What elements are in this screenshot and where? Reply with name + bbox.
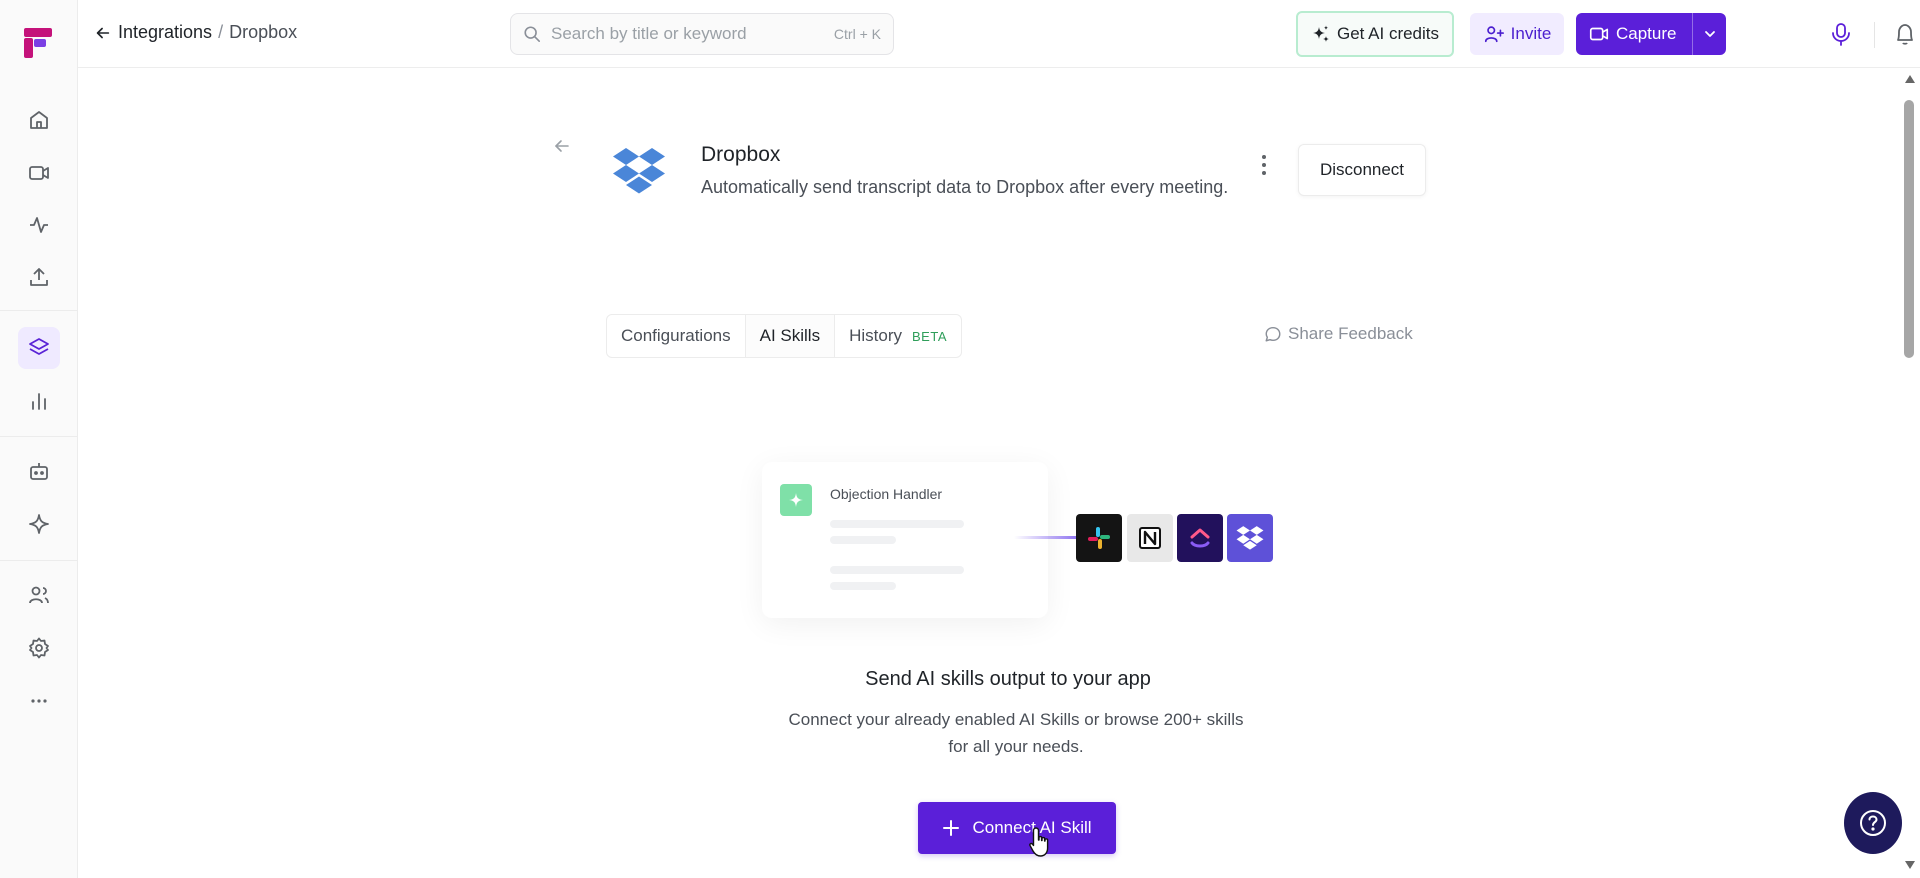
integration-name: Dropbox: [701, 143, 781, 166]
tab-ai-skills[interactable]: AI Skills: [744, 315, 836, 357]
skill-card-title: Objection Handler: [830, 486, 943, 502]
scroll-up-arrow-icon[interactable]: [1904, 74, 1916, 84]
invite-label: Invite: [1510, 24, 1552, 43]
integration-description: Automatically send transcript data to Dr…: [701, 177, 1229, 197]
more-vertical-icon[interactable]: [1256, 152, 1272, 178]
dropbox-logo-icon: [613, 148, 665, 194]
bar-chart-icon: [32, 393, 46, 410]
settings-icon: [29, 637, 49, 659]
breadcrumb-current: Dropbox: [229, 22, 298, 42]
skill-icon-tile: [780, 484, 812, 516]
capture-dropdown-toggle[interactable]: [1692, 13, 1726, 55]
plus-icon: [943, 820, 960, 836]
upload-icon: [30, 268, 48, 286]
breadcrumb-parent-link[interactable]: Integrations: [118, 22, 212, 43]
sidebar-divider: [0, 436, 78, 437]
integration-tabs: Configurations AI Skills History BETA: [606, 314, 962, 358]
microphone-icon[interactable]: [1830, 22, 1852, 46]
video-icon: [1589, 27, 1609, 41]
search-shortcut-hint: Ctrl + K: [833, 26, 881, 42]
get-ai-credits-label: Get AI credits: [1336, 24, 1440, 43]
home-icon: [30, 111, 48, 129]
share-feedback-link[interactable]: Share Feedback: [1264, 324, 1413, 344]
sidebar-item-meetings[interactable]: [18, 152, 60, 194]
app-tile-notion: [1127, 514, 1173, 562]
app-tile-clickup: [1177, 514, 1223, 562]
sidebar-item-team[interactable]: [18, 574, 60, 616]
bell-icon[interactable]: [1894, 22, 1916, 46]
dropbox-icon: [1236, 526, 1264, 550]
sidebar-item-settings[interactable]: [18, 627, 60, 669]
bot-icon: [30, 463, 48, 480]
tab-history[interactable]: History BETA: [835, 315, 961, 357]
sidebar-item-upload[interactable]: [18, 256, 60, 298]
search-icon: [524, 26, 541, 43]
hand-pointer-cursor-icon: [1029, 827, 1049, 857]
notion-icon: [1139, 527, 1161, 549]
capture-label: Capture: [1616, 24, 1677, 43]
connector-line: [1014, 536, 1080, 539]
user-plus-icon: [1484, 26, 1504, 43]
tab-configurations[interactable]: Configurations: [607, 315, 745, 357]
question-mark-icon: [1860, 810, 1886, 836]
layers-icon: [29, 338, 49, 355]
beta-badge: BETA: [912, 328, 947, 344]
sparkle-icon: [29, 514, 49, 534]
get-ai-credits-button[interactable]: Get AI credits: [1296, 11, 1454, 57]
users-icon: [29, 586, 49, 604]
back-arrow-icon[interactable]: [552, 136, 572, 156]
breadcrumb: Integrations / Dropbox: [94, 22, 297, 43]
placeholder-line: [830, 582, 896, 590]
chat-bubble-icon: [1265, 326, 1281, 342]
sidebar-divider: [0, 310, 78, 311]
app-tile-slack: [1076, 514, 1122, 562]
tab-label: Configurations: [621, 326, 731, 345]
capture-main-button[interactable]: Capture: [1576, 13, 1692, 55]
sparkle-icon: [789, 493, 803, 507]
sparkles-icon: [1312, 25, 1329, 42]
invite-button[interactable]: Invite: [1470, 13, 1564, 55]
tab-label: AI Skills: [759, 326, 821, 345]
sidebar-item-analytics[interactable]: [18, 380, 60, 422]
breadcrumb-separator: /: [218, 22, 224, 42]
ai-skill-preview-card: Objection Handler: [762, 462, 1048, 618]
slack-icon: [1088, 527, 1110, 549]
help-button[interactable]: [1844, 792, 1902, 854]
arrow-left-icon[interactable]: [94, 24, 112, 42]
app-tile-dropbox: [1227, 514, 1273, 562]
sidebar: [0, 0, 78, 878]
clickup-icon: [1190, 528, 1210, 548]
activity-icon: [30, 217, 48, 233]
scroll-down-arrow-icon[interactable]: [1904, 860, 1916, 870]
placeholder-line: [830, 536, 896, 544]
capture-button: Capture: [1576, 13, 1726, 55]
sidebar-item-home[interactable]: [18, 99, 60, 141]
top-bar: Integrations / Dropbox Ctrl + K Get AI c…: [78, 0, 1920, 68]
tab-label: History: [849, 326, 902, 345]
sidebar-item-integrations[interactable]: [18, 327, 60, 369]
sidebar-item-bots[interactable]: [18, 450, 60, 492]
sidebar-item-ai[interactable]: [18, 503, 60, 545]
sidebar-divider: [0, 560, 78, 561]
empty-state-description: Connect your already enabled AI Skills o…: [788, 710, 1244, 756]
page-scrollbar[interactable]: [1900, 70, 1920, 878]
placeholder-line: [830, 520, 964, 528]
scrollbar-thumb[interactable]: [1904, 100, 1914, 358]
connect-ai-skill-button[interactable]: Connect AI Skill: [918, 802, 1116, 854]
chevron-down-icon: [1704, 31, 1715, 37]
app-logo-icon[interactable]: [24, 28, 52, 58]
video-icon: [29, 166, 49, 180]
empty-state-title: Send AI skills output to your app: [865, 668, 1151, 690]
share-feedback-label: Share Feedback: [1288, 324, 1413, 343]
sidebar-item-activity[interactable]: [18, 204, 60, 246]
disconnect-button[interactable]: Disconnect: [1298, 144, 1426, 196]
search-input[interactable]: [551, 24, 834, 44]
placeholder-line: [830, 566, 964, 574]
more-icon: [31, 699, 47, 703]
header-divider: [1874, 22, 1875, 48]
search-bar[interactable]: Ctrl + K: [510, 13, 894, 55]
